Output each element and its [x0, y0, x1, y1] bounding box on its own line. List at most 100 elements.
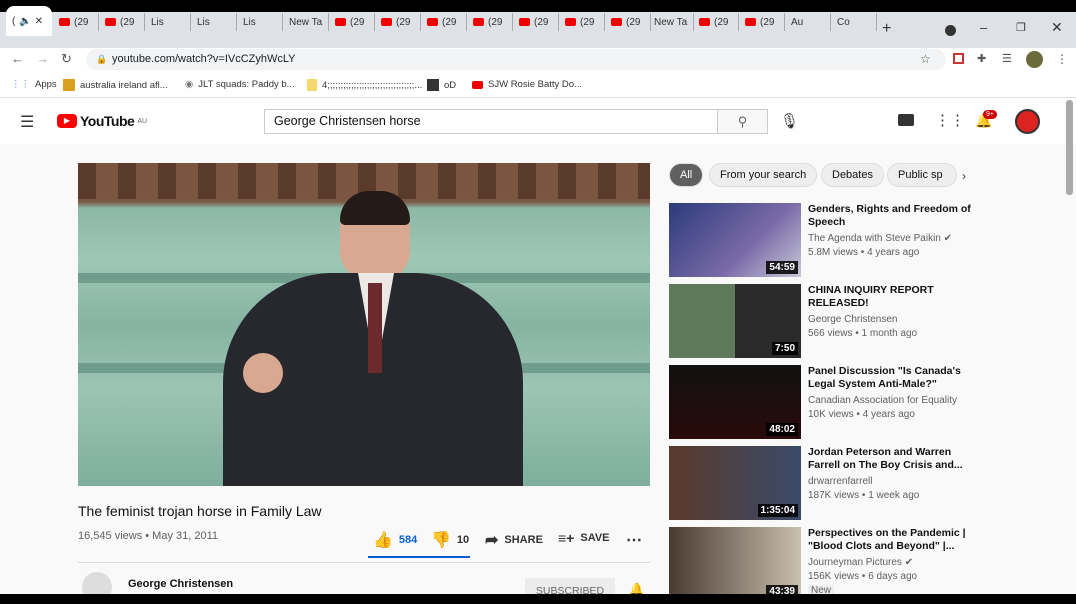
apps-grid-icon: ⋮⋮: [11, 79, 30, 90]
bookmark-apps[interactable]: ⋮⋮ Apps: [11, 79, 57, 90]
dislike-button[interactable]: 👎 10: [431, 530, 469, 550]
reload-button[interactable]: ↻: [61, 51, 72, 67]
related-video[interactable]: 43:39 Perspectives on the Pandemic | "Bl…: [669, 527, 969, 602]
related-video[interactable]: 48:02 Panel Discussion "Is Canada's Lega…: [669, 365, 969, 440]
bookmark-item[interactable]: SJW Rosie Batty Do...: [472, 79, 582, 90]
duration-badge: 1:35:04: [757, 504, 798, 517]
related-title[interactable]: Perspectives on the Pandemic | "Blood Cl…: [808, 527, 973, 552]
bookmark-item[interactable]: 4;;;;;;;;;;;;;;;;;;;;;;;;;;;;;;;;;...: [307, 79, 422, 91]
extensions-puzzle-icon[interactable]: ✚: [977, 52, 986, 65]
video-thumbnail[interactable]: 7:50: [669, 284, 801, 358]
browser-tab[interactable]: (29: [467, 13, 513, 31]
youtube-icon: [335, 18, 346, 26]
related-video[interactable]: 1:35:04 Jordan Peterson and Warren Farre…: [669, 446, 969, 521]
restore-button[interactable]: ❐: [1016, 21, 1026, 34]
extension-icon[interactable]: [953, 53, 964, 64]
tab-title: (29: [714, 16, 729, 28]
browser-tab[interactable]: (29: [559, 13, 605, 31]
like-button[interactable]: 👍 584: [373, 530, 417, 550]
channel-name[interactable]: George Christensen: [128, 578, 233, 590]
bookmark-star-icon[interactable]: ☆: [920, 52, 931, 66]
related-title[interactable]: Panel Discussion "Is Canada's Legal Syst…: [808, 365, 973, 390]
microphone-icon[interactable]: 🎙: [780, 112, 799, 130]
chips-next-chevron-icon[interactable]: ›: [962, 169, 966, 183]
related-channel[interactable]: Canadian Association for Equality: [808, 395, 957, 406]
related-title[interactable]: CHINA INQUIRY REPORT RELEASED!: [808, 284, 973, 309]
browser-tab[interactable]: (29: [739, 13, 785, 31]
related-title[interactable]: Genders, Rights and Freedom of Speech: [808, 203, 973, 228]
browser-tab[interactable]: (29: [329, 13, 375, 31]
duration-badge: 7:50: [771, 342, 798, 355]
share-button[interactable]: ➦ SHARE: [485, 530, 543, 550]
related-meta: 156K views • 6 days ago: [808, 571, 918, 582]
related-title[interactable]: Jordan Peterson and Warren Farrell on Th…: [808, 446, 973, 471]
browser-tab[interactable]: New Ta: [648, 13, 694, 31]
duration-badge: 48:02: [766, 423, 798, 436]
browser-tab[interactable]: Lis: [145, 13, 191, 31]
related-channel[interactable]: drwarrenfarrell: [808, 476, 872, 487]
search-input[interactable]: George Christensen horse: [264, 109, 718, 134]
save-button[interactable]: ≡+ SAVE: [558, 530, 610, 546]
browser-tab[interactable]: Lis: [191, 13, 237, 31]
hamburger-menu-icon[interactable]: ☰: [20, 112, 34, 132]
youtube-logo[interactable]: ▶ YouTube AU: [57, 113, 147, 129]
back-button[interactable]: ←: [11, 51, 24, 66]
browser-tab[interactable]: (29: [421, 13, 467, 31]
browser-tab[interactable]: (29: [513, 13, 559, 31]
menu-icon[interactable]: ⋮: [1056, 52, 1068, 66]
tab-title: (29: [74, 16, 89, 28]
search-button[interactable]: ⚲: [717, 109, 768, 134]
close-window-button[interactable]: ✕: [1051, 19, 1063, 36]
video-thumbnail[interactable]: 43:39: [669, 527, 801, 601]
apps-icon[interactable]: ⋮⋮: [935, 111, 965, 129]
account-avatar[interactable]: [1015, 109, 1040, 134]
related-channel[interactable]: The Agenda with Steve Paikin ✔: [808, 233, 952, 244]
related-channel[interactable]: Journeyman Pictures ✔: [808, 557, 913, 568]
more-actions-button[interactable]: ⋯: [626, 530, 642, 550]
thumbs-up-icon: 👍: [373, 532, 393, 549]
related-video[interactable]: 54:59 Genders, Rights and Freedom of Spe…: [669, 203, 971, 278]
browser-tab[interactable]: (29: [99, 13, 145, 31]
create-video-icon[interactable]: [898, 114, 914, 126]
minimize-button[interactable]: –: [980, 20, 987, 35]
tab-close-icon[interactable]: 🔈 ✕: [19, 16, 43, 27]
video-thumbnail[interactable]: 48:02: [669, 365, 801, 439]
bookmark-item[interactable]: ◉ JLT squads: Paddy b...: [185, 79, 295, 90]
browser-tab[interactable]: (29: [605, 13, 651, 31]
tab-title: (: [12, 15, 16, 27]
related-channel[interactable]: George Christensen: [808, 314, 898, 325]
browser-tab[interactable]: Lis: [237, 13, 283, 31]
forward-button[interactable]: →: [36, 51, 49, 66]
scrollbar[interactable]: [1066, 100, 1073, 195]
filter-chip[interactable]: All: [669, 163, 704, 187]
browser-tab[interactable]: Co: [831, 13, 877, 31]
filter-chip[interactable]: Debates: [821, 163, 884, 187]
profile-avatar[interactable]: [1026, 51, 1043, 68]
browser-tab[interactable]: New Ta: [283, 13, 329, 31]
region-label: AU: [137, 117, 148, 125]
tab-search-icon[interactable]: [945, 25, 956, 36]
share-label: SHARE: [504, 534, 543, 546]
youtube-icon: [611, 18, 622, 26]
filter-chip[interactable]: From your search: [709, 163, 818, 187]
video-thumbnail[interactable]: 54:59: [669, 203, 801, 277]
browser-tab[interactable]: Au: [785, 13, 831, 31]
browser-tab[interactable]: (29: [693, 13, 739, 31]
reading-list-icon[interactable]: ☰: [1002, 52, 1012, 65]
bookmark-label: oD: [444, 79, 457, 91]
new-tab-button[interactable]: +: [882, 20, 891, 38]
share-icon: ➦: [485, 532, 499, 549]
bookmark-label: JLT squads: Paddy b...: [198, 79, 295, 90]
related-video[interactable]: 7:50 CHINA INQUIRY REPORT RELEASED! Geor…: [669, 284, 969, 359]
browser-tab[interactable]: (29: [375, 13, 421, 31]
video-thumbnail[interactable]: 1:35:04: [669, 446, 801, 520]
address-bar[interactable]: 🔒 youtube.com/watch?v=IVcCZyhWcLY: [86, 49, 946, 70]
browser-tab[interactable]: (🔈 ✕: [6, 6, 52, 36]
browser-tab[interactable]: (29: [53, 13, 99, 31]
video-player[interactable]: [78, 163, 650, 486]
channel-name: Journeyman Pictures: [808, 557, 902, 568]
filter-chip[interactable]: Public sp: [887, 163, 957, 187]
bookmark-item[interactable]: australia ireland afl...: [63, 79, 168, 91]
bookmark-label: 4;;;;;;;;;;;;;;;;;;;;;;;;;;;;;;;;;...: [322, 79, 423, 91]
bookmark-item[interactable]: oD: [427, 79, 456, 91]
